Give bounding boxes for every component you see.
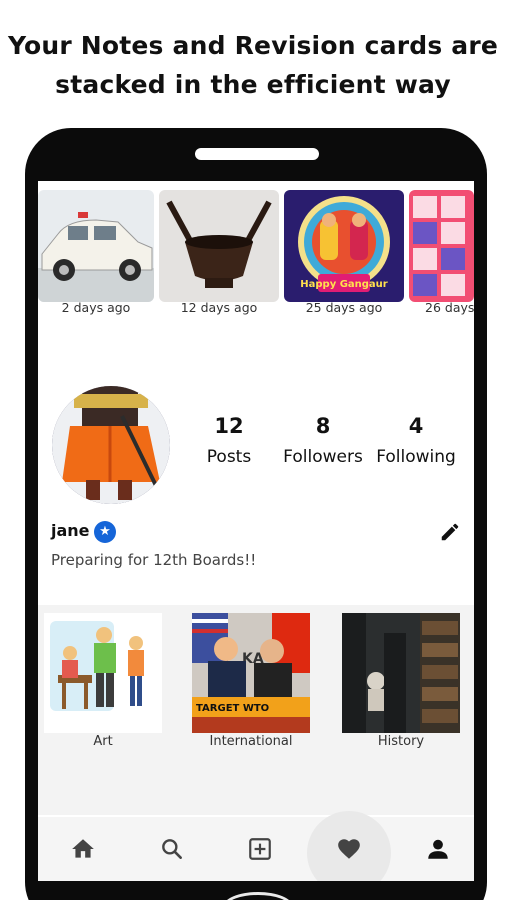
note-card-international[interactable]: KA TARGET WTO xyxy=(192,613,310,733)
username: jane xyxy=(51,521,90,540)
story-item[interactable] xyxy=(38,190,154,302)
posts-count: 12 xyxy=(214,414,244,438)
card-image-text: TARGET WTO xyxy=(196,703,269,714)
posts-stat[interactable]: 12 Posts xyxy=(200,411,258,472)
note-card-image xyxy=(44,613,162,733)
note-card-label: Art xyxy=(93,734,113,749)
story-thumbnail xyxy=(409,190,474,302)
story-item[interactable] xyxy=(159,190,279,302)
note-card-label: History xyxy=(377,734,425,749)
followers-label: Followers xyxy=(283,447,363,467)
add-icon[interactable] xyxy=(246,835,274,863)
story-item[interactable]: Happy Gangaur xyxy=(284,190,404,302)
followers-stat[interactable]: 8 Followers xyxy=(276,411,370,472)
story-time: 26 days ago xyxy=(425,300,474,315)
search-icon[interactable] xyxy=(158,835,186,863)
note-card-art[interactable] xyxy=(44,613,162,733)
heart-icon[interactable] xyxy=(335,835,363,863)
profile-bio: Preparing for 12th Boards!! xyxy=(51,551,257,569)
story-item[interactable] xyxy=(409,190,474,302)
home-icon[interactable] xyxy=(69,835,97,863)
story-time: 2 days ago xyxy=(61,300,131,315)
following-label: Following xyxy=(376,447,456,467)
app-screen: Happy Gangaur 2 days ago 12 days ago 25 … xyxy=(38,181,474,881)
story-poster-text: Happy Gangaur xyxy=(300,279,388,290)
avatar[interactable] xyxy=(52,386,170,504)
note-card-label: International xyxy=(209,734,293,749)
headline-line-2: stacked in the efficient way xyxy=(55,70,451,99)
note-card-image xyxy=(342,613,460,733)
headline-line-1: Your Notes and Revision cards are xyxy=(7,31,499,60)
note-card-history[interactable] xyxy=(342,613,460,733)
profile-icon[interactable] xyxy=(424,835,452,863)
story-thumbnail: Happy Gangaur xyxy=(284,190,404,302)
following-count: 4 xyxy=(408,414,424,438)
phone-speaker xyxy=(195,148,319,160)
story-thumbnail xyxy=(38,190,154,302)
following-stat[interactable]: 4 Following xyxy=(372,411,460,472)
promo-headline: Your Notes and Revision cards are stacke… xyxy=(0,26,506,104)
story-thumbnail xyxy=(159,190,279,302)
followers-count: 8 xyxy=(315,414,331,438)
posts-label: Posts xyxy=(206,447,252,467)
note-card-image: KA TARGET WTO xyxy=(192,613,310,733)
story-time: 12 days ago xyxy=(180,300,258,315)
edit-pencil-icon[interactable] xyxy=(439,521,461,543)
story-time: 25 days ago xyxy=(305,300,383,315)
verified-star-icon: ★ xyxy=(94,521,116,543)
